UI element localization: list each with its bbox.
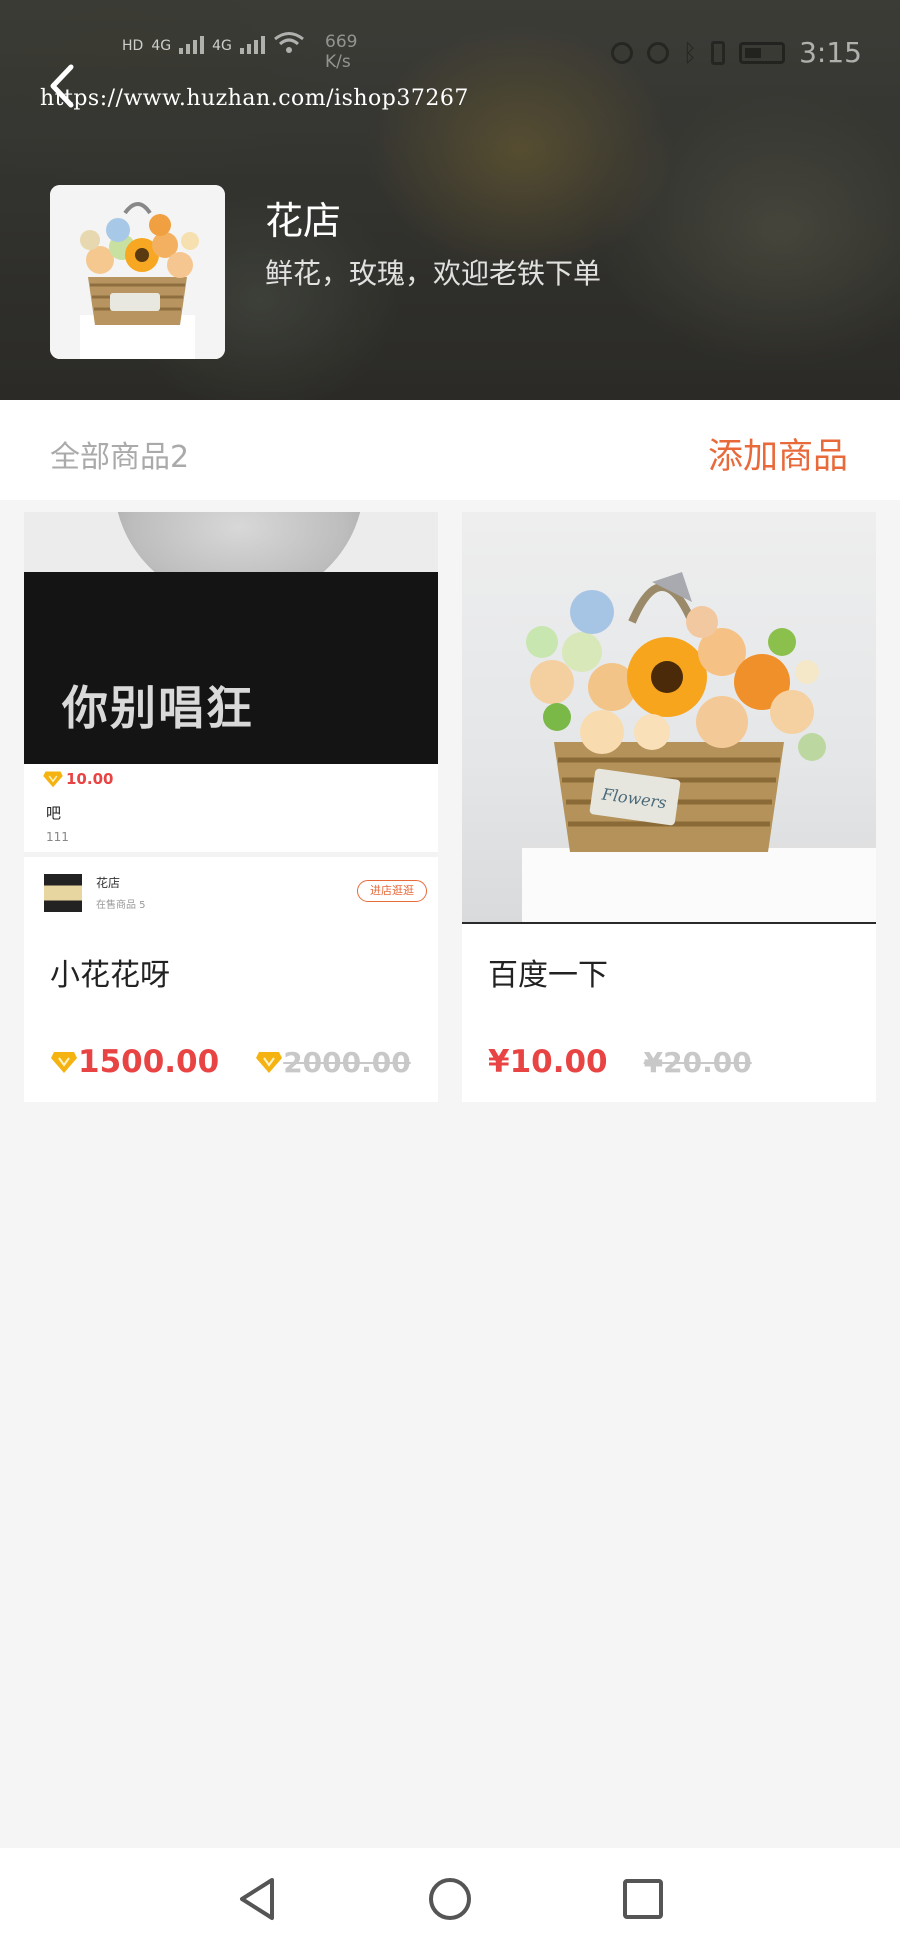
embedded-shop-count: 在售商品 5: [96, 900, 146, 911]
meme-caption: 你别唱狂: [62, 681, 254, 735]
price-row: 1500.00 2000.00: [50, 1044, 411, 1080]
product-card[interactable]: 你别唱狂 10.00 吧 111 花店 在售商品 5 进店逛逛 小花花呀 150…: [24, 512, 438, 1102]
product-original-price: ¥20.00: [643, 1045, 752, 1079]
system-indicators: ᛒ 3:15: [610, 36, 862, 69]
signal-bars-icon-2: [239, 36, 265, 54]
all-products-tab[interactable]: 全部商品2: [50, 432, 189, 476]
gem-icon: [51, 1052, 77, 1073]
product-section-bar: 全部商品2 添加商品: [0, 400, 900, 500]
status-bar: HD 4G 4G 669 K/s ᛒ 3:15: [0, 20, 900, 90]
watermark-url: https://www.huzhan.com/ishop37267: [40, 86, 469, 111]
nav-recent-button[interactable]: [620, 1876, 666, 1922]
battery-icon: [739, 41, 786, 64]
circle-home-icon: [429, 1878, 471, 1920]
embedded-price: 10.00: [42, 770, 113, 788]
embedded-shop-name: 花店: [96, 876, 121, 890]
product-title: 小花花呀: [50, 958, 170, 993]
product-image: 你别唱狂 10.00 吧 111 花店 在售商品 5 进店逛逛: [24, 512, 438, 924]
system-navigation-bar: [0, 1848, 900, 1950]
embedded-shop-thumb: [44, 874, 82, 912]
wifi-icon: [273, 32, 304, 53]
net-type-label: 4G: [151, 38, 172, 54]
net-type-label-2: 4G: [212, 38, 232, 54]
product-card[interactable]: Flowers 百度一下 ¥10.00 ¥20.00: [462, 512, 876, 1102]
signal-indicators: HD 4G 4G: [122, 30, 305, 54]
clock: 3:15: [799, 36, 862, 69]
shop-header: HD 4G 4G 669 K/s ᛒ 3:15 https://www.huzh…: [0, 0, 900, 400]
product-price: 1500.00: [78, 1044, 220, 1080]
embedded-name: 吧: [46, 804, 62, 822]
alarm-icon: [646, 41, 669, 64]
triangle-back-icon: [240, 1878, 274, 1920]
flower-basket-thumbnail: [50, 185, 225, 359]
shop-description: 鲜花，玫瑰，欢迎老铁下单: [265, 257, 602, 290]
bluetooth-icon: ᛒ: [682, 38, 698, 67]
hd-icon: HD: [122, 38, 144, 54]
nav-home-button[interactable]: [427, 1876, 473, 1922]
eye-icon: [610, 41, 633, 64]
square-recent-icon: [623, 1879, 663, 1919]
product-price: ¥10.00: [488, 1044, 608, 1080]
flower-basket-image: Flowers: [522, 572, 876, 924]
gem-icon: [43, 771, 63, 788]
embedded-meta: 111: [46, 830, 69, 844]
divider: [24, 852, 438, 857]
vibrate-icon: [711, 40, 726, 65]
shop-name: 花店: [265, 199, 342, 243]
add-product-button[interactable]: 添加商品: [708, 428, 848, 479]
nav-back-button[interactable]: [234, 1876, 280, 1922]
image-border: [462, 922, 876, 924]
price-row: ¥10.00 ¥20.00: [488, 1044, 752, 1080]
gem-icon: [256, 1052, 283, 1073]
shop-logo: [50, 185, 225, 359]
network-speed: 669 K/s: [325, 32, 358, 72]
signal-bars-icon: [179, 36, 205, 54]
product-original-price: 2000.00: [283, 1045, 411, 1079]
embedded-visit-button: 进店逛逛: [357, 880, 427, 902]
product-title: 百度一下: [488, 958, 608, 993]
product-image: Flowers: [462, 512, 876, 924]
